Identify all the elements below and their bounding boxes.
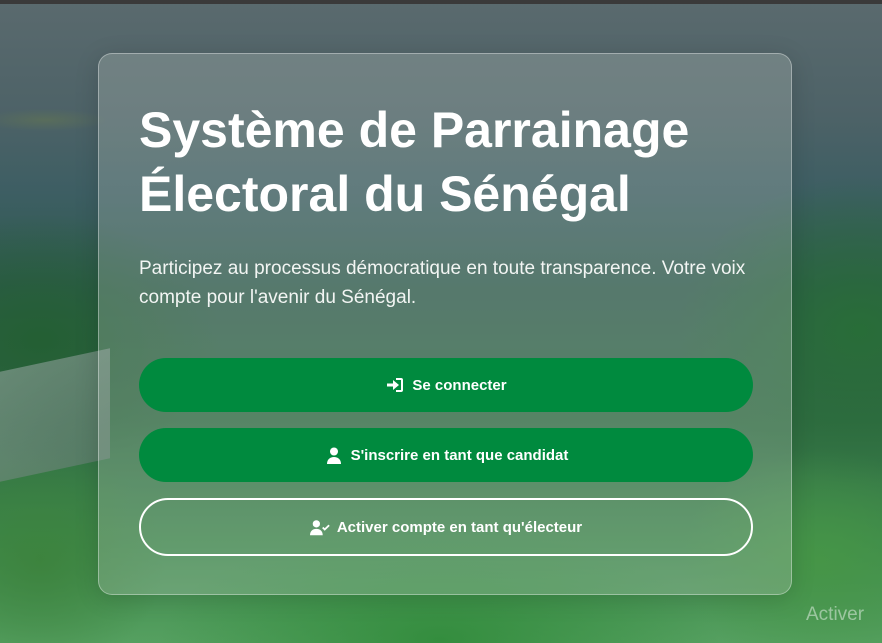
page-subtitle: Participez au processus démocratique en … [139, 258, 746, 308]
welcome-card: Système de Parrainage Électoral du Sénég… [98, 53, 792, 595]
page-title: Système de Parrainage Électoral du Sénég… [139, 102, 690, 222]
register-candidate-button-label: S'inscrire en tant que candidat [350, 446, 569, 464]
login-button[interactable]: Se connecter [139, 358, 753, 412]
activate-voter-button[interactable]: Activer compte en tant qu'électeur [139, 498, 753, 556]
background-building [0, 348, 110, 482]
sign-in-icon [385, 376, 405, 394]
browser-top-bar [0, 0, 882, 4]
activate-voter-button-label: Activer compte en tant qu'électeur [336, 518, 583, 536]
user-check-icon [309, 518, 330, 536]
login-button-label: Se connecter [412, 376, 507, 394]
activation-watermark: Activer [806, 604, 865, 625]
register-candidate-button[interactable]: S'inscrire en tant que candidat [139, 428, 753, 482]
user-icon [324, 446, 344, 464]
